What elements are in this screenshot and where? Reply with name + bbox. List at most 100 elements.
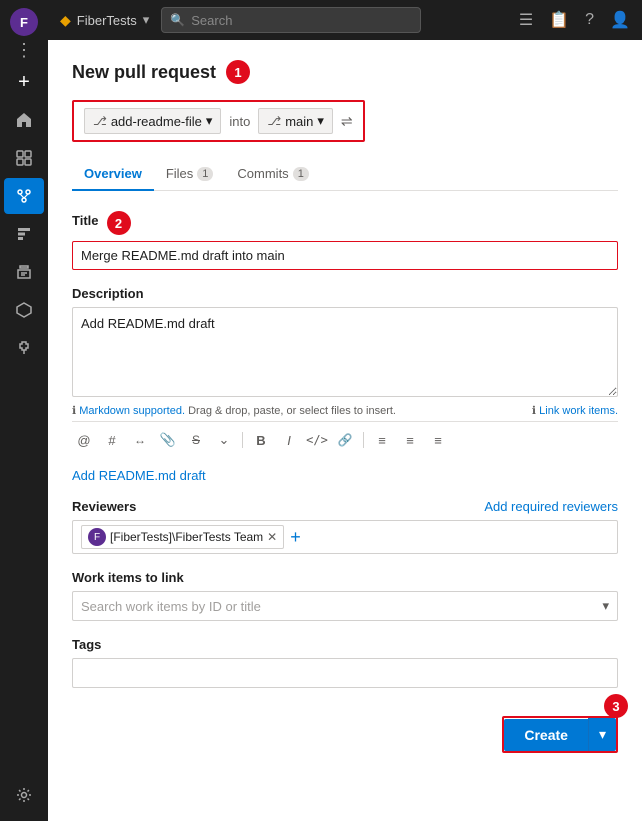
create-button-wrap: Create ▾ 3 — [502, 716, 618, 753]
toolbar-unordered-list-button[interactable]: ≡ — [398, 428, 422, 452]
sidebar-item-settings[interactable] — [4, 777, 44, 813]
toolbar-sep-1 — [242, 432, 243, 448]
main-area: ◆ FiberTests ▾ 🔍 Search ☰ 📋 ? 👤 New pull… — [48, 0, 642, 821]
description-label: Description — [72, 286, 618, 301]
reviewers-header: Reviewers Add required reviewers — [72, 499, 618, 514]
sidebar-menu-dots[interactable]: ⋮ — [15, 38, 33, 62]
tab-overview-label: Overview — [84, 166, 142, 181]
create-button[interactable]: Create — [504, 719, 588, 751]
draft-link[interactable]: Add README.md draft — [72, 468, 206, 483]
tab-commits[interactable]: Commits 1 — [225, 158, 320, 191]
topbar-search-box[interactable]: 🔍 Search — [161, 7, 421, 33]
toolbar-attach-button[interactable]: 📎 — [156, 428, 180, 452]
topbar: ◆ FiberTests ▾ 🔍 Search ☰ 📋 ? 👤 — [48, 0, 642, 40]
sidebar-item-extensions[interactable] — [4, 330, 44, 366]
work-items-dropdown-arrow: ▾ — [602, 598, 609, 614]
toolbar-at-button[interactable]: @ — [72, 428, 96, 452]
editor-toolbar: @ # ↔ 📎 S ⌄ B I </> 🔗 ≡ ≡ ≡ — [72, 421, 618, 452]
tags-section: Tags — [72, 637, 618, 688]
work-items-search[interactable]: Search work items by ID or title ▾ — [72, 591, 618, 621]
work-items-section: Work items to link Search work items by … — [72, 570, 618, 621]
markdown-hint-link[interactable]: Markdown supported. — [79, 405, 185, 417]
draft-link-section: Add README.md draft — [72, 468, 618, 483]
description-textarea[interactable]: Add README.md draft — [72, 307, 618, 397]
info-icon-2: ℹ — [532, 405, 536, 417]
branch-icon-target: ⎇ — [267, 114, 281, 128]
markdown-hint: ℹ Markdown supported. Drag & drop, paste… — [72, 404, 618, 417]
toolbar-bold-button[interactable]: B — [249, 428, 273, 452]
add-required-reviewers-link[interactable]: Add required reviewers — [484, 499, 618, 514]
sidebar-item-home[interactable] — [4, 102, 44, 138]
page-title: New pull request — [72, 62, 216, 83]
toolbar-code-button[interactable]: </> — [305, 428, 329, 452]
step-badge-2: 2 — [107, 211, 131, 235]
title-label: Title — [72, 213, 99, 228]
topbar-project[interactable]: ◆ FiberTests ▾ — [60, 12, 149, 29]
toolbar-link-button[interactable]: 🔗 — [333, 428, 357, 452]
tab-overview[interactable]: Overview — [72, 158, 154, 191]
link-work-items-link[interactable]: Link work items. — [539, 405, 618, 417]
target-branch-name: main — [285, 114, 313, 129]
topbar-right-icons: ☰ 📋 ? 👤 — [519, 10, 630, 30]
into-text: into — [229, 114, 250, 129]
help-icon[interactable]: ? — [585, 11, 594, 29]
reviewer-avatar: F — [88, 528, 106, 546]
description-section: Description Add README.md draft ℹ Markdo… — [72, 286, 618, 452]
sidebar: F ⋮ + — [0, 0, 48, 821]
sidebar-item-add[interactable]: + — [4, 64, 44, 100]
sidebar-item-artifacts[interactable] — [4, 292, 44, 328]
title-input[interactable] — [72, 241, 618, 270]
tags-input[interactable] — [72, 658, 618, 688]
sidebar-item-boards[interactable] — [4, 140, 44, 176]
toolbar-italic-button[interactable]: I — [277, 428, 301, 452]
swap-branches-icon[interactable]: ⇌ — [341, 113, 353, 130]
reviewers-label: Reviewers — [72, 499, 136, 514]
tags-label: Tags — [72, 637, 618, 652]
user-icon[interactable]: 👤 — [610, 10, 630, 30]
reviewer-name: [FiberTests]\FiberTests Team — [110, 530, 263, 544]
work-items-placeholder: Search work items by ID or title — [81, 599, 261, 614]
bottom-bar: Create ▾ 3 — [72, 704, 618, 753]
toolbar-chevron-button[interactable]: ⌄ — [212, 428, 236, 452]
tab-commits-label: Commits — [237, 166, 288, 181]
topbar-project-chevron[interactable]: ▾ — [143, 12, 150, 28]
info-icon: ℹ — [72, 405, 76, 417]
toolbar-sep-2 — [363, 432, 364, 448]
page-title-row: New pull request 1 — [72, 60, 618, 84]
source-branch-name: add-readme-file — [111, 114, 202, 129]
toolbar-align-button[interactable]: ≡ — [370, 428, 394, 452]
sidebar-item-repos[interactable] — [4, 178, 44, 214]
reviewer-tag: F [FiberTests]\FiberTests Team ✕ — [81, 525, 284, 549]
content-area: New pull request 1 ⎇ add-readme-file ▾ i… — [48, 40, 642, 821]
sidebar-item-pipelines[interactable] — [4, 216, 44, 252]
title-section: Title 2 — [72, 211, 618, 270]
tab-commits-count: 1 — [293, 167, 309, 181]
source-branch-chevron[interactable]: ▾ — [206, 113, 213, 129]
toolbar-mention-button[interactable]: ↔ — [128, 428, 152, 452]
menu-icon[interactable]: ☰ — [519, 10, 533, 30]
tab-files[interactable]: Files 1 — [154, 158, 226, 191]
reviewer-remove-button[interactable]: ✕ — [267, 530, 277, 544]
reviewer-add-button[interactable]: + — [290, 527, 301, 548]
reviewer-field[interactable]: F [FiberTests]\FiberTests Team ✕ + — [72, 520, 618, 554]
clipboard-icon[interactable]: 📋 — [549, 10, 569, 30]
toolbar-strikethrough-button[interactable]: S — [184, 428, 208, 452]
step-badge-3: 3 — [604, 694, 628, 718]
target-branch-chevron[interactable]: ▾ — [317, 113, 324, 129]
tabs-row: Overview Files 1 Commits 1 — [72, 158, 618, 191]
reviewers-section: Reviewers Add required reviewers F [Fibe… — [72, 499, 618, 554]
branch-selector-row: ⎇ add-readme-file ▾ into ⎇ main ▾ ⇌ — [72, 100, 365, 142]
target-branch-button[interactable]: ⎇ main ▾ — [258, 108, 333, 134]
source-branch-button[interactable]: ⎇ add-readme-file ▾ — [84, 108, 221, 134]
sidebar-avatar[interactable]: F — [10, 8, 38, 36]
tab-files-count: 1 — [197, 167, 213, 181]
markdown-hint-suffix: Drag & drop, paste, or select files to i… — [188, 405, 396, 417]
toolbar-ordered-list-button[interactable]: ≡ — [426, 428, 450, 452]
sidebar-item-testplans[interactable] — [4, 254, 44, 290]
create-dropdown-button[interactable]: ▾ — [588, 718, 616, 751]
branch-icon-source: ⎇ — [93, 114, 107, 128]
project-diamond-icon: ◆ — [60, 12, 71, 29]
toolbar-hash-button[interactable]: # — [100, 428, 124, 452]
step-badge-1: 1 — [226, 60, 250, 84]
search-placeholder: Search — [191, 13, 232, 28]
